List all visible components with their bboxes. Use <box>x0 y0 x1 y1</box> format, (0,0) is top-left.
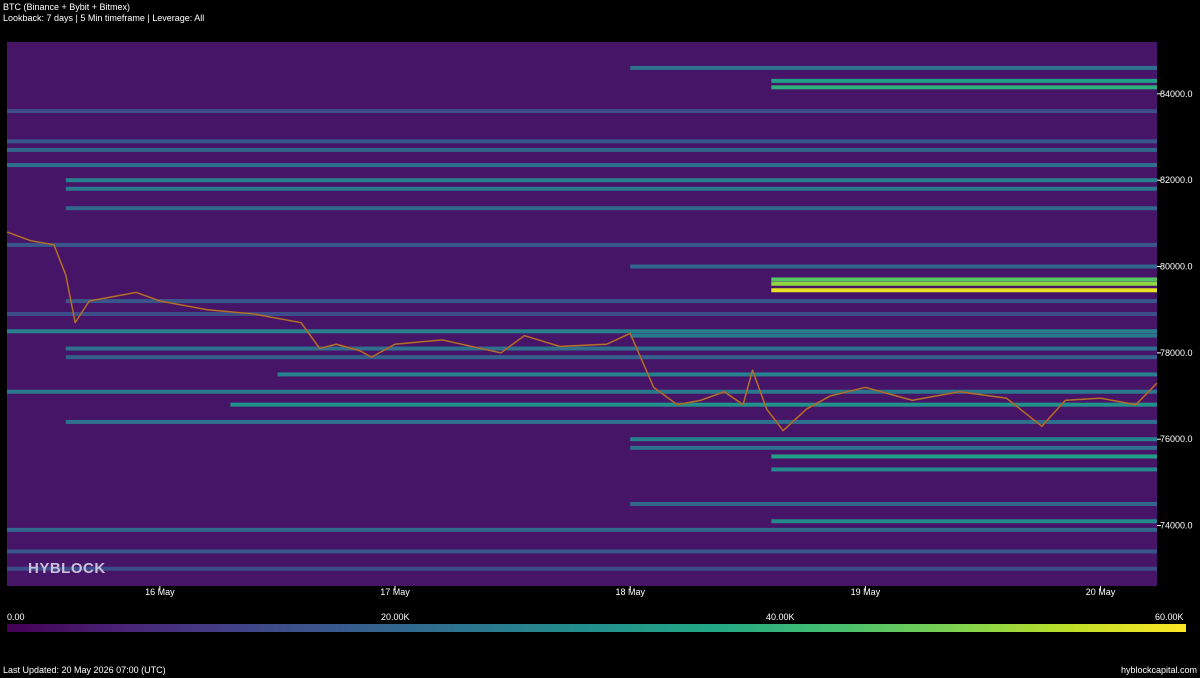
heatmap-band-20 <box>65 355 1157 360</box>
heatmap-band-3 <box>7 109 1157 114</box>
heatmap-band-12 <box>771 277 1157 282</box>
colorbar-label-1: 20.00K <box>381 612 410 622</box>
y-axis: 74000.0 76000.0 78000.0 80000.0 82000.0 84000… <box>1157 89 1193 531</box>
heatmap-band-30 <box>771 519 1157 524</box>
heatmap-band-33 <box>7 566 1157 571</box>
x-tick-label-3: 19 May <box>851 587 881 597</box>
hyblock-watermark: HYBLOCK <box>28 560 106 577</box>
x-tick-label-0: 16 May <box>145 587 175 597</box>
heatmap-band-4 <box>7 139 1157 144</box>
liquidation-heatmap-chart[interactable]: 74000.0 76000.0 78000.0 80000.0 82000.0 84000… <box>0 0 1200 610</box>
heatmap-band-18 <box>630 333 1157 338</box>
heatmap-band-2 <box>771 85 1157 90</box>
heatmap-band-16 <box>7 312 1157 316</box>
heatmap-band-0 <box>630 65 1157 70</box>
heatmap-band-15 <box>65 299 1157 304</box>
y-tick-label-1: 76000.0 <box>1160 434 1193 444</box>
x-tick-label-1: 17 May <box>380 587 410 597</box>
heatmap-band-28 <box>771 467 1157 472</box>
heatmap-band-23 <box>230 402 1157 407</box>
heatmap-band-8 <box>65 186 1157 191</box>
heatmap-band-26 <box>630 445 1157 450</box>
heatmap-band-21 <box>277 372 1157 377</box>
heatmap-band-1 <box>771 78 1157 83</box>
heatmap-band-29 <box>630 501 1157 506</box>
heatmap-band-9 <box>65 206 1157 211</box>
heatmap-band-25 <box>630 437 1157 442</box>
heatmap-band-19 <box>65 346 1157 351</box>
x-axis: 16 May 17 May 18 May 19 May 20 May <box>145 586 1116 597</box>
heatmap-band-14 <box>771 288 1157 293</box>
heatmap-band-24 <box>65 419 1157 424</box>
colorbar <box>7 624 1186 632</box>
y-tick-label-3: 80000.0 <box>1160 262 1193 272</box>
heatmap-band-11 <box>630 264 1157 269</box>
heatmap-band-6 <box>7 163 1157 168</box>
heatmap-band-31 <box>7 527 1157 532</box>
y-tick-label-5: 84000.0 <box>1160 89 1193 99</box>
colorbar-label-2: 40.00K <box>766 612 795 622</box>
y-tick-label-0: 74000.0 <box>1160 521 1193 531</box>
x-tick-label-2: 18 May <box>615 587 645 597</box>
site-link[interactable]: hyblockcapital.com <box>1121 665 1197 675</box>
heatmap-band-5 <box>7 147 1157 152</box>
heatmap-layer <box>7 42 1157 586</box>
last-updated: Last Updated: 20 May 2026 07:00 (UTC) <box>3 665 166 675</box>
colorbar-label-0: 0.00 <box>7 612 25 622</box>
heatmap-band-13 <box>771 281 1157 286</box>
heatmap-band-10 <box>7 242 1157 247</box>
x-tick-label-4: 20 May <box>1086 587 1116 597</box>
y-tick-label-2: 78000.0 <box>1160 348 1193 358</box>
heatmap-band-22 <box>7 389 1157 394</box>
y-tick-label-4: 82000.0 <box>1160 175 1193 185</box>
heatmap-band-27 <box>771 454 1157 459</box>
colorbar-label-3: 60.00K <box>1155 612 1184 622</box>
heatmap-band-17 <box>7 329 1157 334</box>
heatmap-band-32 <box>7 549 1157 554</box>
heatmap-band-7 <box>65 178 1157 183</box>
